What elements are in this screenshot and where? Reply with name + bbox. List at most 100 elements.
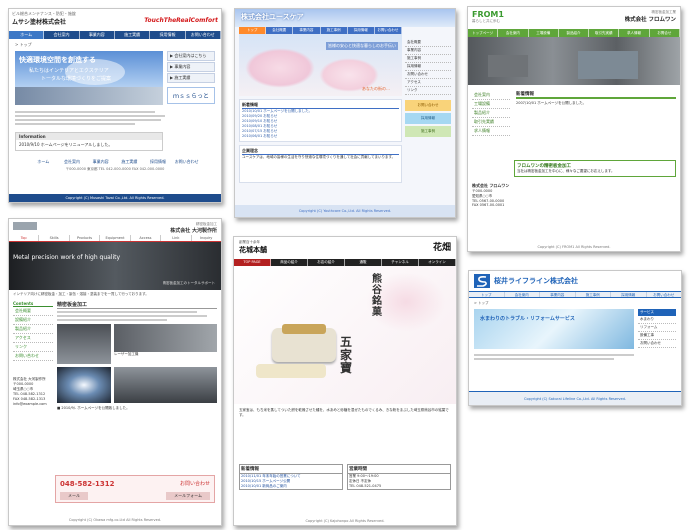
- sidebar-item[interactable]: 会社概要: [13, 307, 53, 316]
- nav-item[interactable]: 採用情報: [611, 292, 647, 297]
- sidebar-item[interactable]: 製品紹介: [13, 325, 53, 334]
- news-item[interactable]: 2007/10/01 ホームページを公開しました。: [516, 101, 676, 106]
- text-line: [474, 354, 634, 356]
- nav-item[interactable]: お問合せ: [650, 29, 680, 37]
- sidebar-item[interactable]: 事業内容: [405, 47, 451, 55]
- nav-item[interactable]: トップページ: [468, 29, 499, 37]
- sidebar-item[interactable]: 採用情報: [405, 63, 451, 71]
- sidebar-item[interactable]: 工場設備: [472, 100, 510, 109]
- nav-item[interactable]: お問い合わせ: [186, 31, 221, 39]
- side-banner[interactable]: 採用情報: [405, 113, 451, 124]
- hero-image: 皆様の安心と快適な暮らしのお手伝い あなたの街の…: [239, 34, 402, 96]
- side-link[interactable]: ▶ 施工実績: [167, 73, 215, 83]
- building-shape: [15, 87, 163, 105]
- sidebar-item[interactable]: アクセス: [13, 334, 53, 343]
- sidebar-item[interactable]: 会社案内: [472, 91, 510, 100]
- hero-line: トータルな環境づくりをご提案: [41, 76, 112, 82]
- nav-item[interactable]: チャンネル: [382, 259, 419, 266]
- nav-item[interactable]: 商品の紹介: [271, 259, 308, 266]
- side-link[interactable]: ▶ 事業内容: [167, 62, 215, 72]
- nav-item[interactable]: オンライン: [419, 259, 456, 266]
- nav-item[interactable]: 会社概要: [266, 27, 294, 34]
- sidebar-item[interactable]: 会社概要: [405, 39, 451, 47]
- news-item[interactable]: 2010/06/01 お知らせ: [242, 134, 399, 139]
- nav-item[interactable]: Access: [131, 235, 162, 241]
- nav-item[interactable]: Top: [9, 235, 40, 241]
- side-banner[interactable]: 施工事例: [405, 126, 451, 137]
- footer-link[interactable]: ホーム: [29, 159, 58, 165]
- sweets-ribbon: [282, 324, 326, 334]
- nav-item[interactable]: 工場設備: [529, 29, 559, 37]
- nav-item[interactable]: ホーム: [9, 31, 45, 39]
- news-item[interactable]: 2010/10/01 新商品のご案内: [240, 484, 342, 489]
- nav-item[interactable]: 採用情報: [348, 27, 375, 34]
- sidebar-item[interactable]: 製品紹介: [472, 109, 510, 118]
- nav-item[interactable]: Skills: [39, 235, 70, 241]
- news-box: 新着情報 2010/10/01 ホームページを公開しました。 2010/09/2…: [239, 99, 402, 142]
- nav-item[interactable]: Products: [70, 235, 101, 241]
- nav-item[interactable]: 会社案内: [505, 292, 540, 297]
- okawa-site-thumbnail[interactable]: 精密板金加工 株式会社 大河製作所 Top Skills Products Eq…: [8, 218, 222, 526]
- nav-item[interactable]: 施工事例: [576, 292, 611, 297]
- sidebar-item[interactable]: お問い合わせ: [13, 352, 53, 361]
- nav-item[interactable]: トップ: [239, 27, 267, 34]
- nav-item[interactable]: Link: [161, 235, 192, 241]
- breadcrumb: > トップ: [474, 301, 489, 305]
- nav-item[interactable]: 製品紹介: [559, 29, 590, 37]
- nav-item[interactable]: お問い合わせ: [375, 27, 403, 34]
- sidebar-item[interactable]: お問い合わせ: [638, 340, 676, 348]
- nav-item[interactable]: 通販: [345, 259, 382, 266]
- footer-link[interactable]: 採用情報: [144, 159, 173, 165]
- form-button[interactable]: メールフォーム: [166, 492, 210, 500]
- machine-photo: [114, 367, 217, 403]
- sidebar-item[interactable]: お問い合わせ: [405, 71, 451, 79]
- nav-item[interactable]: トップ: [469, 292, 505, 297]
- nav-item[interactable]: Inquiry: [192, 235, 221, 241]
- sidebar-item[interactable]: リンク: [13, 343, 53, 352]
- sakurai-site-thumbnail[interactable]: 桜井ライフライン株式会社 トップ 会社案内 事業内容 施工事例 採用情報 お問い…: [468, 270, 682, 406]
- nav-item[interactable]: 施工事例: [321, 27, 348, 34]
- sidebar-item[interactable]: アクセス: [405, 79, 451, 87]
- sidebar-item[interactable]: 施工事例: [405, 55, 451, 63]
- side-link[interactable]: ▶ 会社案内はこちら: [167, 51, 215, 61]
- nav-item[interactable]: 施工実績: [115, 31, 151, 39]
- news-item[interactable]: ■ 2010/9/- ホームページを公開致しました。: [57, 406, 217, 411]
- youthcare-site-thumbnail[interactable]: 株式会社ユースケア トップ 会社概要 事業内容 施工事例 採用情報 お問い合わせ…: [234, 8, 456, 218]
- nav-item[interactable]: 事業内容: [80, 31, 115, 39]
- sidebar-item[interactable]: 求人情報: [472, 127, 510, 136]
- side-banner[interactable]: ｍｓｓらっと: [167, 87, 215, 104]
- side-banner[interactable]: お問い合わせ: [405, 100, 451, 111]
- logo[interactable]: FROM1: [472, 10, 504, 19]
- logo[interactable]: [13, 222, 37, 230]
- musashi-site-thumbnail[interactable]: ビル総合メンテナンス・防犯・施錠 ムサシ塗材株式会社 TouchTheRealC…: [8, 8, 222, 203]
- info-item[interactable]: 2010/9/10 ホームページをリニューアルしました。: [16, 140, 162, 150]
- footer-link[interactable]: 事業内容: [86, 159, 115, 165]
- nav-item[interactable]: 求人情報: [619, 29, 650, 37]
- mail-button[interactable]: メール: [60, 492, 88, 500]
- footer-link[interactable]: 会社案内: [58, 159, 87, 165]
- nav-item[interactable]: 会社案内: [498, 29, 529, 37]
- header: 精密板金加工 株式会社 大河製作所: [9, 219, 221, 235]
- kajohonpo-site-thumbnail[interactable]: 創業百十余年 花城本舗 花畑 TOP PAGE 商品の紹介 お店の紹介 通販 チ…: [233, 236, 457, 526]
- nav-item[interactable]: 事業内容: [293, 27, 321, 34]
- sidebar-item[interactable]: リンク: [405, 87, 451, 95]
- footer-link[interactable]: 施工実績: [115, 159, 144, 165]
- nav-item[interactable]: 会社案内: [44, 31, 80, 39]
- nav-item[interactable]: 事業内容: [540, 292, 576, 297]
- sidebar-item[interactable]: 取引先実績: [472, 118, 510, 127]
- nav-item[interactable]: 採用情報: [150, 31, 186, 39]
- contact-phone[interactable]: 048-582-1312: [60, 480, 115, 488]
- nav-item[interactable]: TOP PAGE: [234, 259, 271, 266]
- nav-item[interactable]: 取引先実績: [589, 29, 620, 37]
- sidebar-item[interactable]: 設備紹介: [13, 316, 53, 325]
- nav-item[interactable]: お問い合わせ: [647, 292, 682, 297]
- nav-item[interactable]: Equipment: [100, 235, 131, 241]
- nav-item[interactable]: お店の紹介: [308, 259, 345, 266]
- sidebar-item[interactable]: リフォーム: [638, 324, 676, 332]
- info-title: Information: [16, 133, 162, 140]
- sidebar-item[interactable]: 設備工事: [638, 332, 676, 340]
- company-logo-icon[interactable]: [474, 274, 490, 288]
- footer-link[interactable]: お問い合わせ: [172, 159, 201, 165]
- from1-site-thumbnail[interactable]: FROM1 暮らしと共に歩む 精密板金加工業 株式会社 フロムワン トップページ…: [467, 6, 681, 252]
- sidebar-item[interactable]: 水まわり: [638, 316, 676, 324]
